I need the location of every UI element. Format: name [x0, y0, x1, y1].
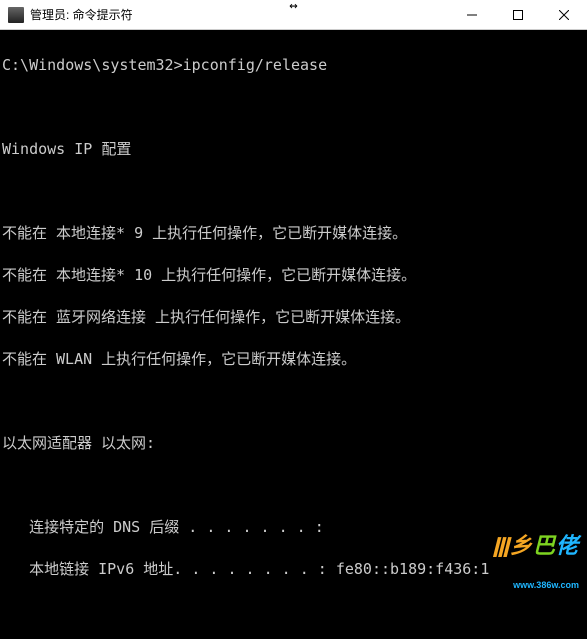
cmd-icon	[8, 7, 24, 23]
terminal-line: 以太网适配器 以太网:	[2, 433, 587, 454]
resize-indicator-icon: ↔	[289, 0, 297, 14]
terminal-line	[2, 97, 587, 118]
terminal-line: 不能在 WLAN 上执行任何操作，它已断开媒体连接。	[2, 349, 587, 370]
window-controls	[449, 0, 587, 30]
terminal-line: 不能在 本地连接* 10 上执行任何操作，它已断开媒体连接。	[2, 265, 587, 286]
terminal-line: C:\Windows\system32>ipconfig/release	[2, 55, 587, 76]
terminal-line	[2, 181, 587, 202]
window-title: 管理员: 命令提示符	[30, 6, 133, 23]
window-titlebar[interactable]: 管理员: 命令提示符 ↔	[0, 0, 587, 30]
command-text: ipconfig/release	[183, 56, 328, 74]
close-button[interactable]	[541, 0, 587, 30]
terminal-output[interactable]: C:\Windows\system32>ipconfig/release Win…	[0, 30, 587, 639]
terminal-line: 连接特定的 DNS 后缀 . . . . . . . :	[2, 517, 587, 538]
prompt-text: C:\Windows\system32>	[2, 56, 183, 74]
watermark-char: Ⅲ	[491, 533, 510, 562]
terminal-line: Windows IP 配置	[2, 139, 587, 160]
maximize-button[interactable]	[495, 0, 541, 30]
terminal-line	[2, 601, 587, 622]
minimize-button[interactable]	[449, 0, 495, 30]
terminal-line: 本地链接 IPv6 地址. . . . . . . . : fe80::b189…	[2, 559, 587, 580]
terminal-line: 不能在 本地连接* 9 上执行任何操作，它已断开媒体连接。	[2, 223, 587, 244]
terminal-line: 不能在 蓝牙网络连接 上执行任何操作，它已断开媒体连接。	[2, 307, 587, 328]
terminal-line	[2, 391, 587, 412]
terminal-line	[2, 475, 587, 496]
